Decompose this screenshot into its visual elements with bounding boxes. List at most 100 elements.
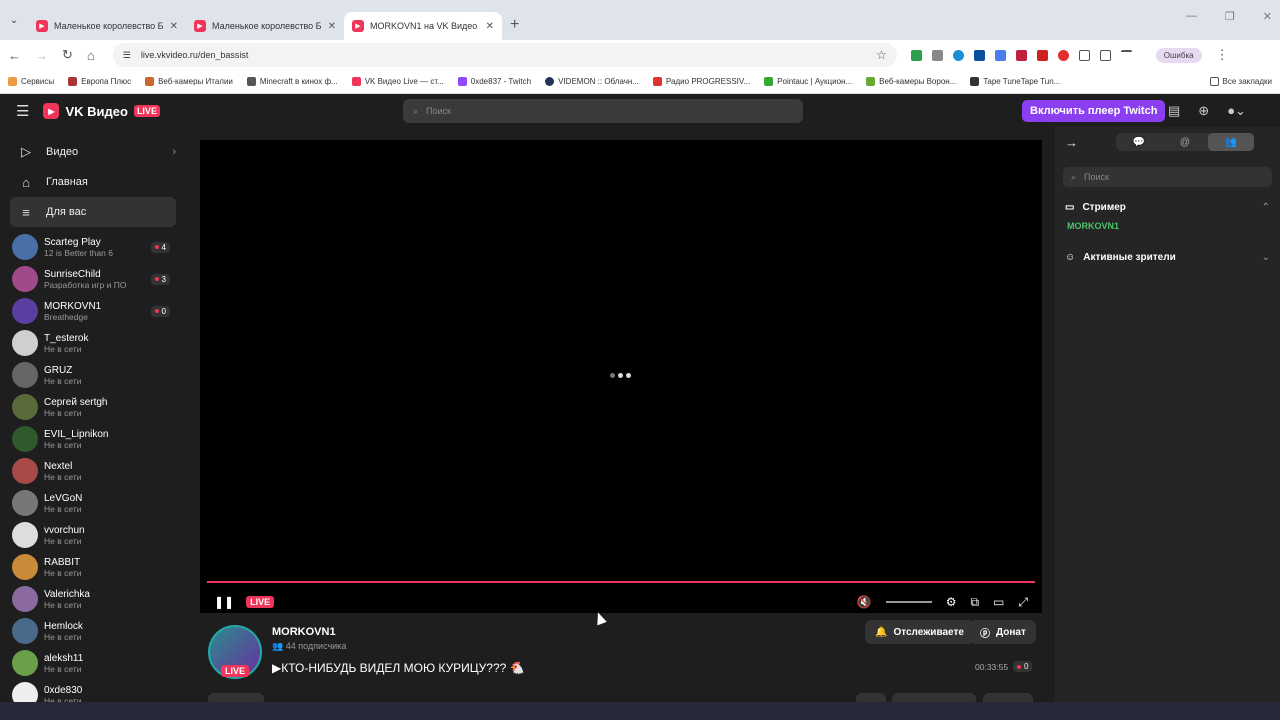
bookmark-item[interactable]: Радио PROGRESSIV... xyxy=(652,77,750,86)
close-window-icon[interactable]: ✕ xyxy=(1263,10,1272,23)
extension-icon[interactable] xyxy=(952,49,964,61)
bookmark-favicon-icon xyxy=(866,77,876,86)
browser-tab-2[interactable]: ▶ Маленькое королевство Бена ✕ xyxy=(186,12,344,40)
reload-icon[interactable]: ↻ xyxy=(62,47,73,63)
browser-menu-icon[interactable]: ⋮ xyxy=(1216,47,1229,63)
extension-icon[interactable] xyxy=(1099,49,1111,61)
pause-icon[interactable]: ❚❚ xyxy=(214,595,234,609)
top-bar: ☰ ▶ VK Видео LIVE ⌕ Поиск Включить плеер… xyxy=(0,95,1280,127)
mute-icon[interactable]: 🔇 xyxy=(857,595,872,609)
bookmark-item[interactable]: VIDEMON :: Облачн... xyxy=(545,77,639,86)
bookmark-star-icon[interactable]: ☆ xyxy=(876,48,887,62)
channel-info: Hemlock Не в сети xyxy=(44,621,188,642)
channel-item[interactable]: Nextel Не в сети xyxy=(0,455,188,487)
channel-item[interactable]: Сергей sertgh Не в сети xyxy=(0,391,188,423)
close-tab-icon[interactable]: ✕ xyxy=(170,21,178,32)
search-input[interactable]: ⌕ Поиск xyxy=(403,99,803,123)
bookmark-favicon-icon xyxy=(457,77,467,86)
nav-video[interactable]: ▷ Видео › xyxy=(0,137,176,167)
settings-gear-icon[interactable]: ⚙ xyxy=(946,595,957,609)
forward-icon[interactable]: → xyxy=(35,48,48,63)
video-player[interactable]: ❚❚ LIVE 🔇 ⚙ ⧉ ▭ ⤢ xyxy=(200,140,1042,613)
bookmark-item[interactable]: 0xde837 - Twitch xyxy=(457,77,531,86)
minimize-icon[interactable]: — xyxy=(1186,10,1197,23)
viewer-search-input[interactable]: ⌕ Поиск xyxy=(1063,167,1272,187)
following-button[interactable]: 🔔 Отслеживаете xyxy=(865,620,974,644)
donate-button[interactable]: ⓟ Донат xyxy=(970,620,1036,644)
messages-icon[interactable]: ▤ xyxy=(1168,103,1180,119)
bookmark-item[interactable]: Сервисы xyxy=(8,77,54,86)
enable-twitch-player-button[interactable]: Включить плеер Twitch xyxy=(1022,100,1166,122)
bookmark-item[interactable]: Веб-камеры Ворон... xyxy=(866,77,956,86)
pip-icon[interactable]: ⧉ xyxy=(970,595,979,610)
all-bookmarks[interactable]: Все закладки xyxy=(1209,77,1272,86)
bookmark-item[interactable]: Pointauc | Аукцион... xyxy=(764,77,852,86)
extension-icon[interactable] xyxy=(994,49,1006,61)
vk-video-logo[interactable]: ▶ VK Видео LIVE xyxy=(43,103,160,119)
channel-item[interactable]: Hemlock Не в сети xyxy=(0,615,188,647)
channel-item[interactable]: vvorchun Не в сети xyxy=(0,519,188,551)
extensions-bar xyxy=(910,49,1132,61)
close-tab-icon[interactable]: ✕ xyxy=(328,21,336,32)
extension-icon[interactable] xyxy=(910,49,922,61)
channel-status: Breathedge xyxy=(44,311,88,322)
profile-error-badge[interactable]: Ошибка xyxy=(1155,47,1202,63)
stream-duration: 00:33:55 xyxy=(975,662,1009,672)
streamer-name[interactable]: MORKOVN1 xyxy=(272,626,336,638)
menu-hamburger-icon[interactable]: ☰ xyxy=(16,102,29,120)
loading-spinner xyxy=(610,373,631,378)
streamer-list-name[interactable]: MORKOVN1 xyxy=(1055,221,1280,231)
browser-tab-1[interactable]: ▶ Маленькое королевство Бена ✕ xyxy=(28,12,186,40)
add-icon[interactable]: ⊕ xyxy=(1198,103,1209,119)
bookmark-item[interactable]: VK Видео Live — ст... xyxy=(351,77,444,86)
avatar xyxy=(12,554,38,580)
close-tab-icon[interactable]: ✕ xyxy=(486,21,494,32)
channel-item[interactable]: Valerichka Не в сети xyxy=(0,583,188,615)
channel-item[interactable]: RABBIT Не в сети xyxy=(0,551,188,583)
player-live-badge[interactable]: LIVE xyxy=(246,596,275,608)
channel-item[interactable]: GRUZ Не в сети xyxy=(0,359,188,391)
browser-tab-3-active[interactable]: ▶ MORKOVN1 на VK Видео Live ✕ xyxy=(344,12,502,40)
site-info-icon[interactable]: ☰ xyxy=(123,50,131,61)
theater-mode-icon[interactable]: ▭ xyxy=(993,595,1004,609)
collapse-panel-icon[interactable]: → xyxy=(1065,135,1078,150)
bookmark-item[interactable]: Веб-камеры Италии xyxy=(145,77,233,86)
back-icon[interactable]: ← xyxy=(8,48,21,63)
channel-item[interactable]: EVIL_Lipnikon Не в сети xyxy=(0,423,188,455)
home-browser-icon[interactable]: ⌂ xyxy=(87,48,95,63)
extension-icon[interactable] xyxy=(973,49,985,61)
channel-item[interactable]: Scarteg Play 12 is Better than 6 4 xyxy=(0,231,188,263)
streamer-section[interactable]: ▭ Стример ⌃ xyxy=(1055,195,1280,219)
channel-item[interactable]: LeVGoN Не в сети xyxy=(0,487,188,519)
new-tab-icon[interactable]: + xyxy=(510,16,519,34)
puzzle-extensions-icon[interactable] xyxy=(1078,49,1090,61)
mentions-tab-icon[interactable]: @ xyxy=(1162,133,1208,151)
maximize-icon[interactable]: ❐ xyxy=(1225,10,1235,23)
channel-item[interactable]: aleksh11 Не в сети xyxy=(0,647,188,679)
nav-home[interactable]: ⌂ Главная xyxy=(0,167,176,197)
reading-list-icon[interactable] xyxy=(1120,49,1132,61)
channel-item[interactable]: MORKOVN1 Breathedge 0 xyxy=(0,295,188,327)
avatar xyxy=(12,426,38,452)
live-progress-bar[interactable] xyxy=(207,581,1035,583)
live-viewer-count: 0 xyxy=(150,305,170,317)
extension-icon[interactable] xyxy=(1015,49,1027,61)
viewers-tab-icon[interactable]: 👥 xyxy=(1208,133,1254,151)
extension-icon[interactable] xyxy=(1057,49,1069,61)
bookmark-item[interactable]: Европа Плюс xyxy=(68,77,131,86)
extension-icon[interactable] xyxy=(931,49,943,61)
tab-search-icon[interactable]: ⌄ xyxy=(4,10,24,30)
extension-icon[interactable] xyxy=(1036,49,1048,61)
channel-status: Не в сети xyxy=(44,375,82,386)
chat-tab-icon[interactable]: 💬 xyxy=(1116,133,1162,151)
url-field[interactable]: ☰ live.vkvideo.ru/den_bassist ☆ xyxy=(112,43,897,67)
channel-item[interactable]: SunriseChild Разработка игр и ПО 3 xyxy=(0,263,188,295)
bookmark-item[interactable]: Minecraft в кинох ф... xyxy=(246,77,338,86)
channel-item[interactable]: T_esterok Не в сети xyxy=(0,327,188,359)
volume-slider[interactable] xyxy=(885,601,932,603)
active-viewers-section[interactable]: ☺ Активные зрители ⌄ xyxy=(1055,245,1280,269)
avatar[interactable]: ●⌄ xyxy=(1227,103,1246,119)
nav-for-you[interactable]: ≡ Для вас xyxy=(10,197,176,227)
bookmark-item[interactable]: Tape TuneTape Tun... xyxy=(970,77,1060,86)
fullscreen-icon[interactable]: ⤢ xyxy=(1018,595,1028,610)
